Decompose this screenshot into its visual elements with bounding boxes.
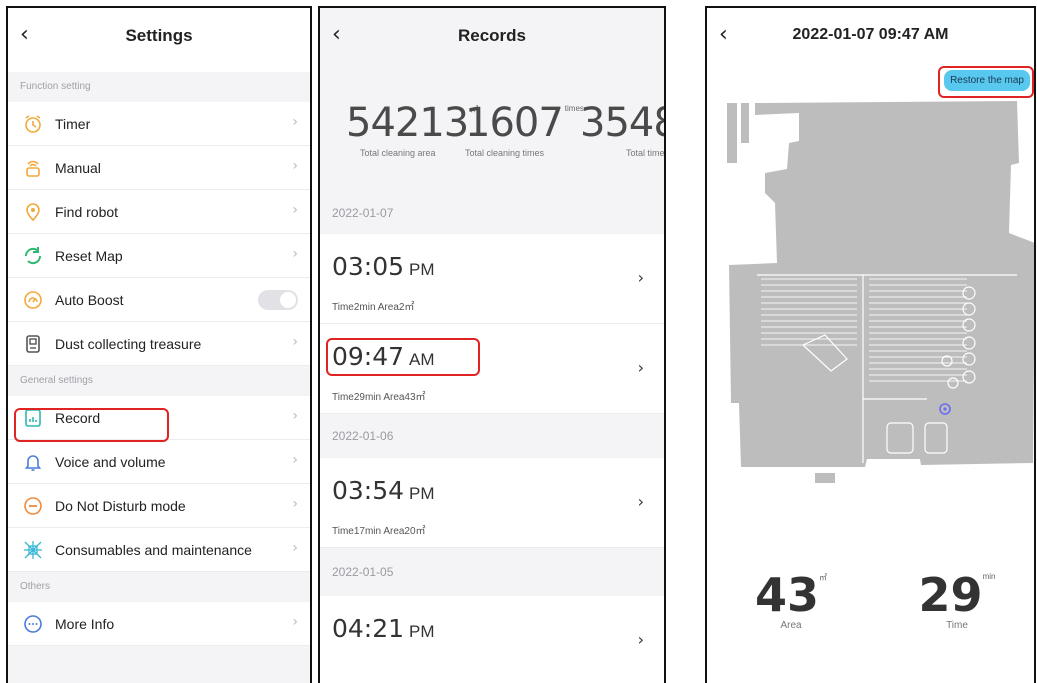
settings-item-dust-collecting[interactable]: Dust collecting treasure › (8, 322, 310, 366)
date-group-header: 2022-01-06 (332, 429, 394, 443)
area-value: 43 (755, 568, 820, 622)
settings-item-timer[interactable]: Timer › (8, 102, 310, 146)
page-title: Records (457, 26, 527, 45)
date-group-header: 2022-01-05 (332, 565, 394, 579)
record-ampm: AM (409, 350, 435, 369)
record-ampm: PM (409, 260, 435, 279)
detail-header: ‹ 2022-01-07 09:47 AM (707, 8, 1034, 72)
boost-icon (22, 289, 44, 311)
settings-header: ‹ Settings (8, 8, 310, 72)
remote-control-icon (22, 157, 44, 179)
settings-item-label: Auto Boost (55, 291, 124, 308)
refresh-icon (22, 245, 44, 267)
settings-item-voice[interactable]: Voice and volume › (8, 440, 310, 484)
chevron-right-icon: › (292, 540, 298, 556)
record-time: 09:47 (332, 342, 405, 371)
record-time: 03:05 (332, 252, 405, 281)
time-value: 29 (918, 568, 983, 622)
record-details: Time2min Area2㎡ (332, 302, 415, 313)
totals-summary: 54213 ㎡ Total cleaning area 1607 times Tot… (320, 72, 664, 192)
chevron-right-icon: › (292, 496, 298, 512)
records-header: ‹ Records (320, 8, 664, 72)
settings-screen: ‹ Settings Function setting Timer › Manu… (6, 6, 312, 683)
chevron-right-icon: › (292, 408, 298, 424)
bell-icon (22, 451, 44, 473)
settings-item-record[interactable]: Record › (8, 396, 310, 440)
settings-item-manual[interactable]: Manual › (8, 146, 310, 190)
total-area-label: Total cleaning area (360, 148, 436, 158)
page-title: 2022-01-07 09:47 AM (792, 26, 949, 43)
settings-item-label: Find robot (55, 203, 119, 220)
section-header-others: Others (20, 581, 51, 592)
total-time-label: Total time (626, 148, 665, 158)
chevron-right-icon: › (292, 158, 298, 174)
record-item[interactable]: 03:54 PM Time17min Area20㎡ › (320, 458, 664, 548)
chevron-right-icon: › (637, 492, 644, 511)
location-pin-icon (22, 201, 44, 223)
chevron-right-icon: › (637, 268, 644, 287)
chevron-right-icon: › (292, 452, 298, 468)
settings-item-label: Dust collecting treasure (55, 335, 202, 352)
chevron-right-icon: › (292, 114, 298, 130)
time-stat: 29min Time (917, 568, 997, 631)
auto-boost-toggle[interactable] (258, 290, 298, 310)
page-title: Settings (125, 26, 193, 45)
settings-item-label: More Info (55, 615, 115, 632)
record-time: 03:54 (332, 476, 405, 505)
settings-item-dnd[interactable]: Do Not Disturb mode › (8, 484, 310, 528)
area-unit: ㎡ (819, 573, 828, 582)
settings-item-label: Consumables and maintenance (55, 541, 252, 558)
total-area-value: 54213 (346, 100, 469, 146)
record-time: 04:21 (332, 614, 405, 643)
record-ampm: PM (409, 484, 435, 503)
settings-item-label: Do Not Disturb mode (55, 497, 186, 514)
record-document-icon (22, 407, 44, 429)
record-details: Time29min Area43㎡ (332, 392, 426, 403)
total-times-stat: 1607 times Total cleaning times (465, 100, 584, 158)
settings-item-consumables[interactable]: Consumables and maintenance › (8, 528, 310, 572)
time-unit: min (982, 572, 996, 581)
settings-item-label: Manual (55, 159, 101, 176)
record-ampm: PM (409, 622, 435, 641)
settings-item-label: Record (55, 409, 101, 426)
chevron-right-icon: › (292, 202, 298, 218)
record-detail-screen: ‹ 2022-01-07 09:47 AM Restore the map 43… (705, 6, 1036, 683)
chevron-right-icon: › (637, 630, 644, 649)
total-times-value: 1607 (465, 100, 564, 146)
record-details: Time17min Area20㎡ (332, 526, 426, 537)
restore-map-button[interactable]: Restore the map (944, 70, 1030, 91)
maintenance-icon (22, 539, 44, 561)
total-area-stat: 54213 ㎡ Total cleaning area (346, 100, 478, 158)
settings-item-label: Reset Map (55, 247, 123, 264)
date-group-header: 2022-01-07 (332, 206, 394, 220)
do-not-disturb-icon (22, 495, 44, 517)
cleaning-map (717, 93, 1034, 513)
record-item[interactable]: 03:05 PM Time2min Area2㎡ › (320, 234, 664, 324)
clock-icon (22, 113, 44, 135)
dust-station-icon (22, 333, 44, 355)
record-item[interactable]: 09:47 AM Time29min Area43㎡ › (320, 324, 664, 414)
chevron-right-icon: › (637, 358, 644, 377)
total-time-value: 35483 (580, 100, 664, 146)
total-times-label: Total cleaning times (465, 148, 545, 158)
settings-item-find-robot[interactable]: Find robot › (8, 190, 310, 234)
chevron-right-icon: › (292, 614, 298, 630)
settings-item-label: Voice and volume (55, 453, 166, 470)
settings-item-reset-map[interactable]: Reset Map › (8, 234, 310, 278)
settings-item-auto-boost: Auto Boost (8, 278, 310, 322)
records-screen: ‹ Records 54213 ㎡ Total cleaning area 160… (318, 6, 666, 683)
area-stat: 43㎡ Area (755, 568, 827, 631)
chevron-right-icon: › (292, 246, 298, 262)
more-dots-icon (22, 613, 44, 635)
chevron-right-icon: › (292, 334, 298, 350)
record-item[interactable]: 04:21 PM › (320, 596, 664, 683)
section-header-general: General settings (20, 375, 93, 386)
section-header-function: Function setting (20, 81, 91, 92)
total-time-stat: 35483 Total time (580, 100, 665, 158)
settings-item-more-info[interactable]: More Info › (8, 602, 310, 646)
settings-item-label: Timer (55, 115, 91, 132)
